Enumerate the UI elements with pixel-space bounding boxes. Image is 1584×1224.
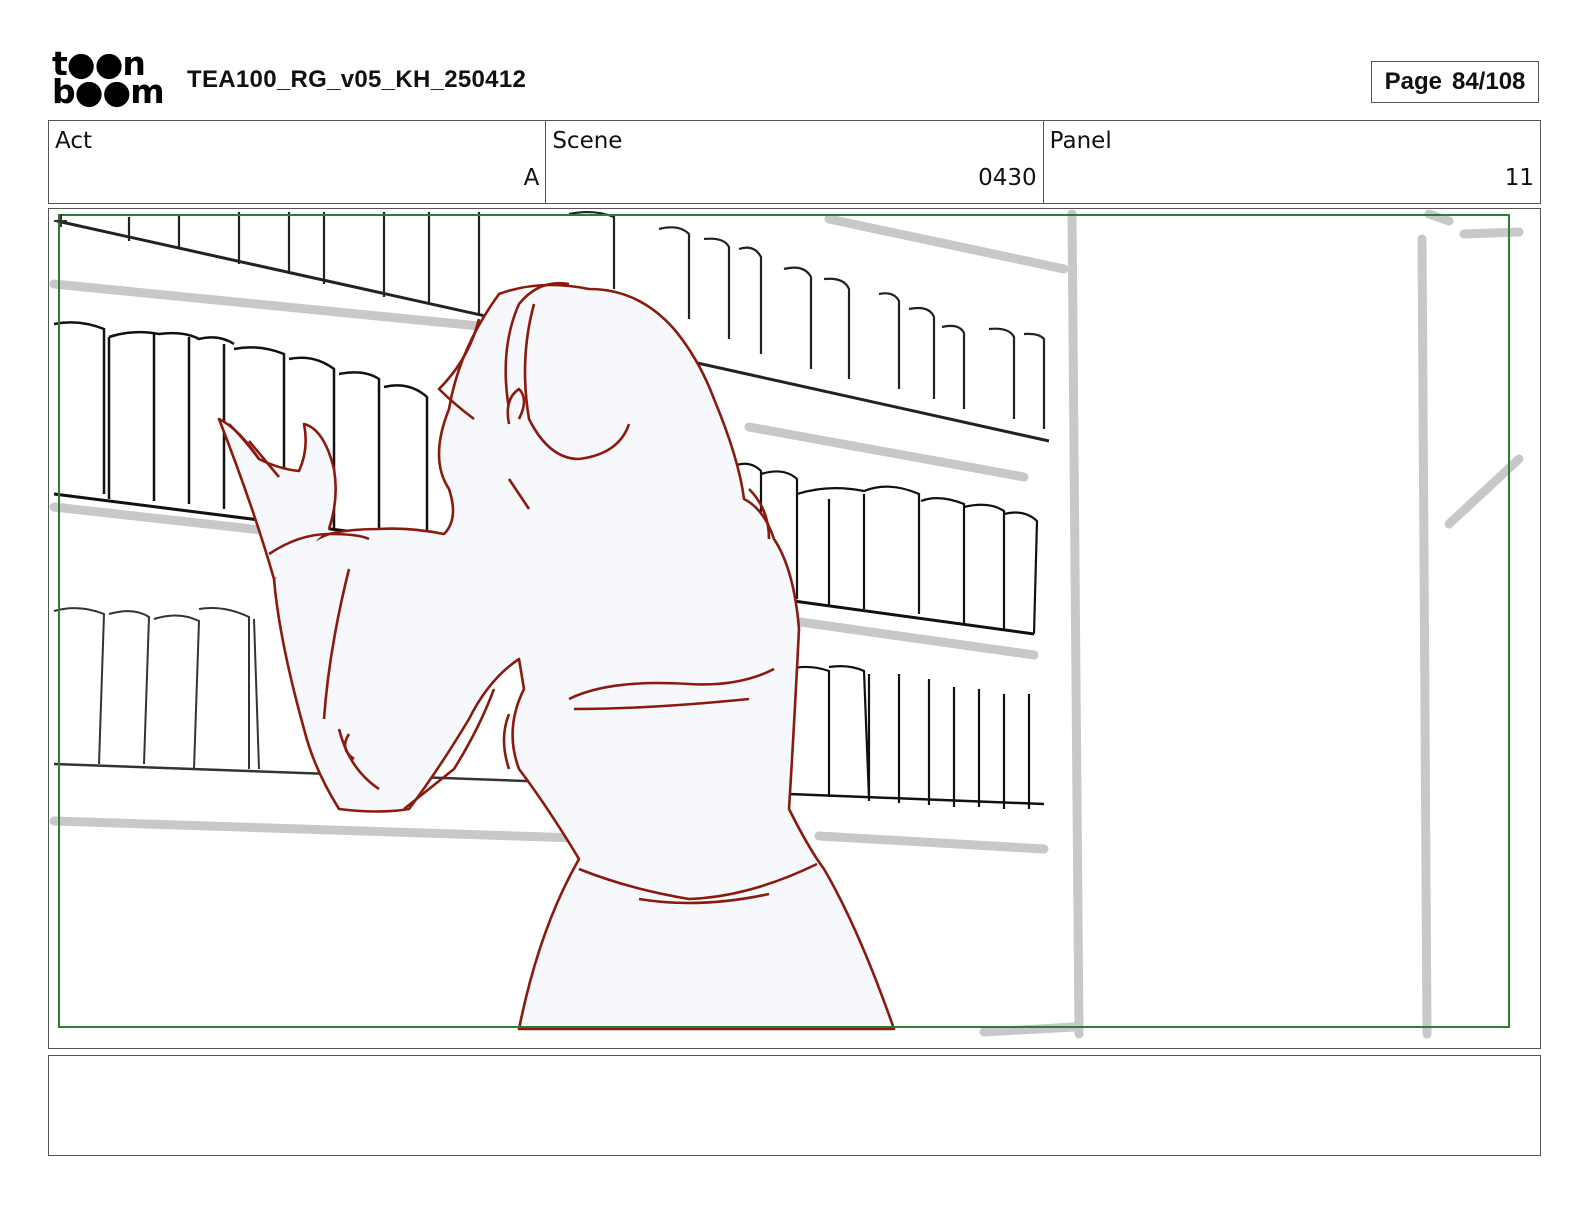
shot-info-row: Act A Scene 0430 Panel 11: [48, 120, 1541, 204]
toon-boom-logo: t●●n b●●m: [52, 47, 165, 112]
character-body: [272, 283, 896, 1031]
document-title: TEA100_RG_v05_KH_250412: [187, 66, 527, 93]
page-indicator: Page 84/108: [1371, 61, 1539, 103]
panel-drawing: [49, 209, 1524, 1039]
logo-line-2: b●●m: [52, 72, 165, 111]
scene-label: Scene: [552, 128, 623, 154]
panel-value: 11: [1504, 165, 1534, 191]
act-cell: Act A: [49, 121, 547, 203]
page-label: Page: [1384, 68, 1442, 95]
caption-box: [48, 1055, 1541, 1156]
scene-value: 0430: [978, 165, 1037, 191]
scene-cell: Scene 0430: [546, 121, 1044, 203]
storyboard-panel: [48, 208, 1541, 1049]
page-number: 84/108: [1451, 68, 1526, 95]
act-label: Act: [55, 128, 92, 154]
act-value: A: [523, 165, 540, 191]
panel-cell: Panel 11: [1044, 121, 1540, 203]
panel-label: Panel: [1049, 128, 1112, 154]
character-figure: [217, 281, 896, 1031]
